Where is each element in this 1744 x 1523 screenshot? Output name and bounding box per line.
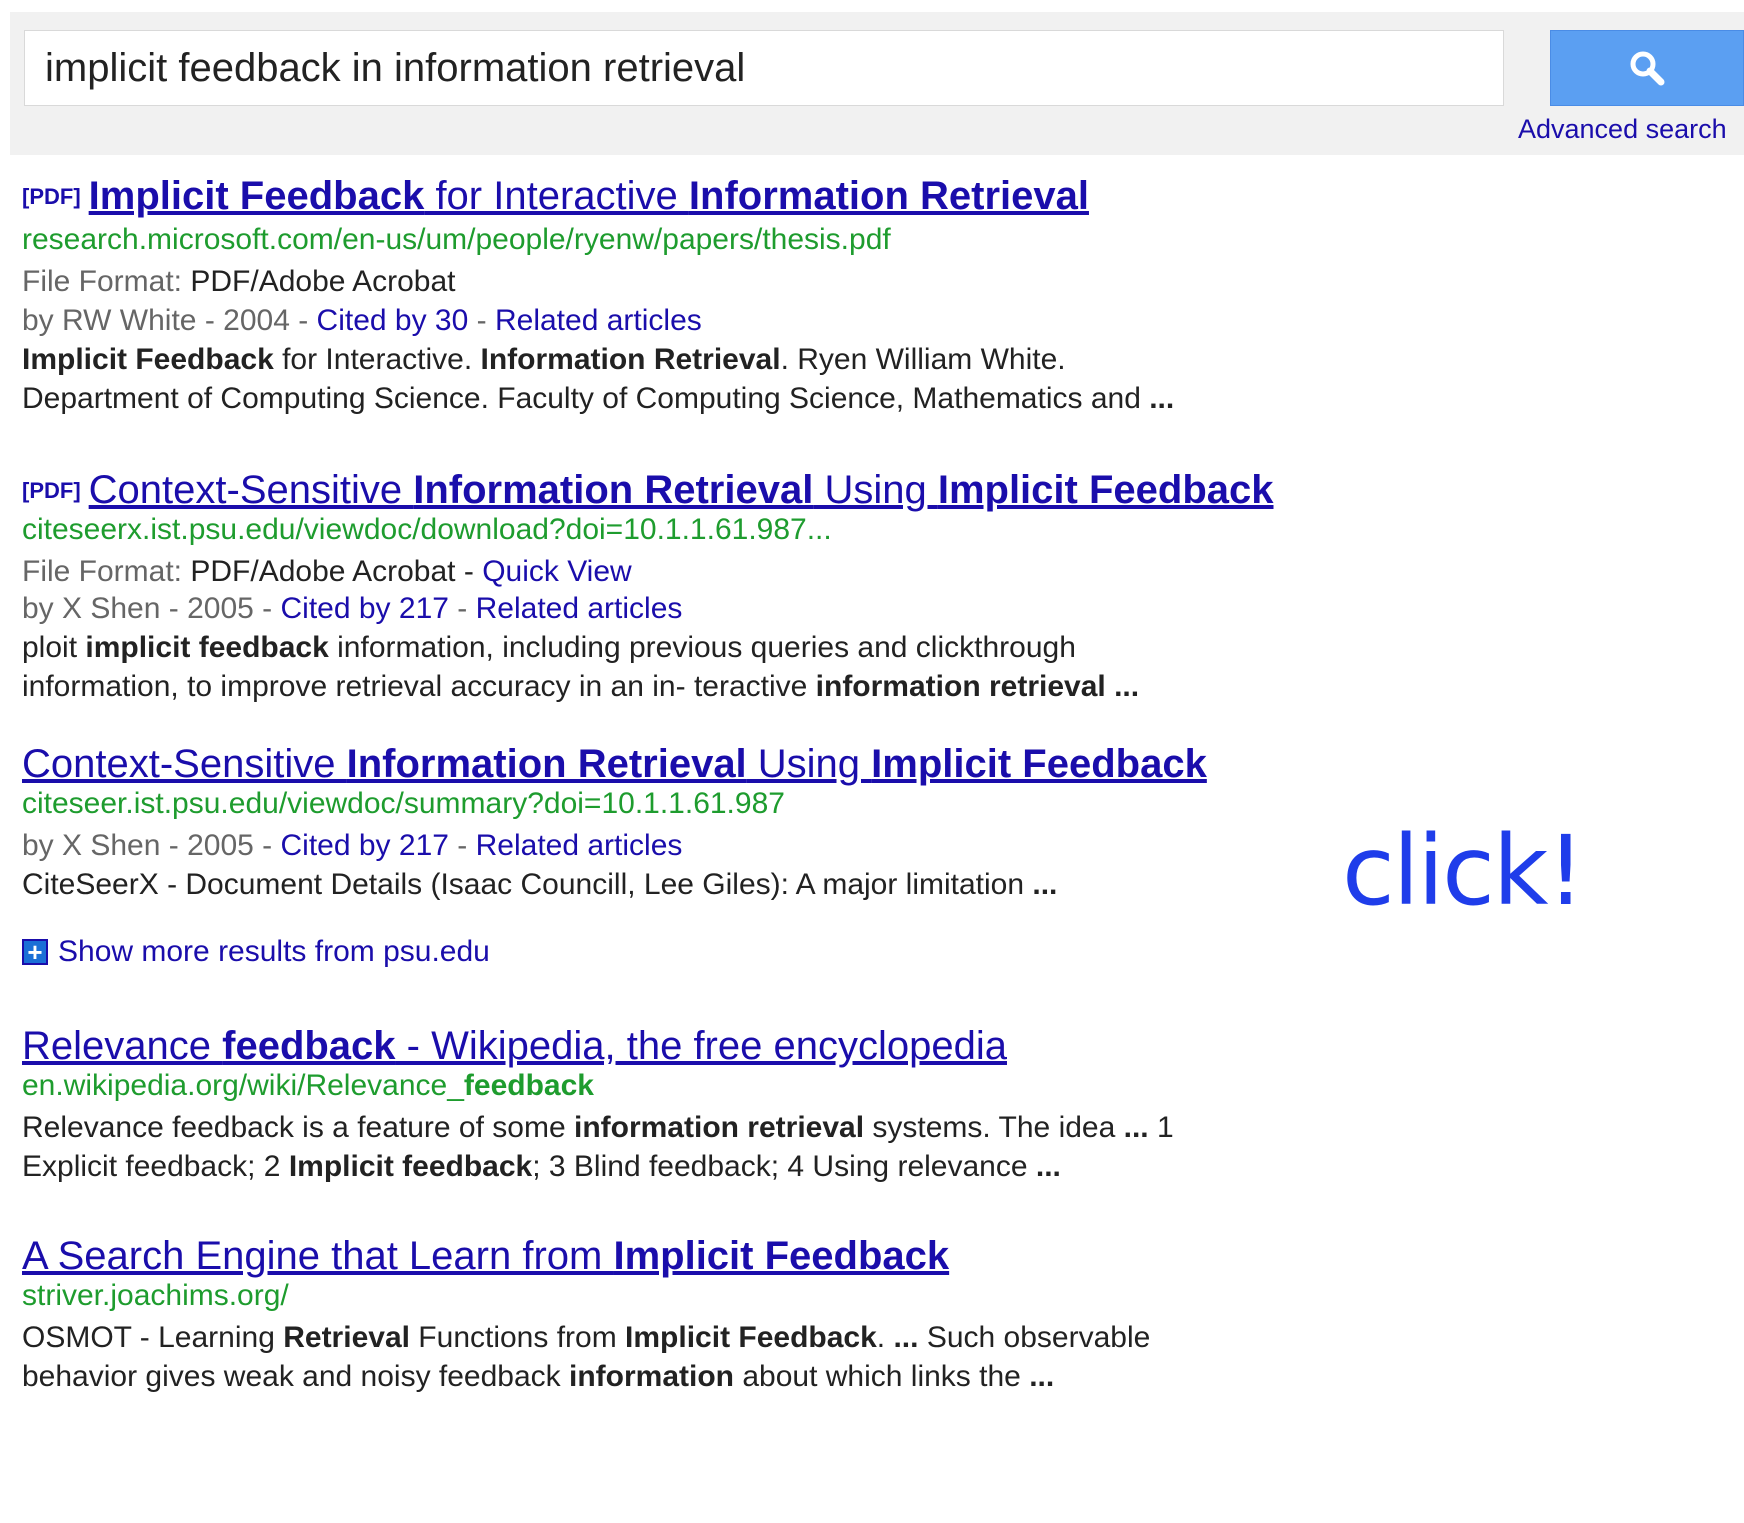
text-run: for Interactive — [424, 174, 689, 218]
highlighted-term: ... — [1029, 1360, 1055, 1393]
result-snippet: Implicit Feedback for Interactive. Infor… — [22, 338, 1382, 420]
highlighted-term: Retrieval — [283, 1321, 410, 1354]
result-snippet: Relevance feedback is a feature of some … — [22, 1106, 1382, 1188]
result-title-link[interactable]: Relevance feedback - Wikipedia, the free… — [22, 1020, 1007, 1072]
highlighted-term: Implicit Feedback — [625, 1321, 877, 1354]
result-title-link[interactable]: Implicit Feedback for Interactive Inform… — [89, 170, 1089, 222]
highlighted-term: ... — [893, 1321, 919, 1354]
result-4: Relevance feedback - Wikipedia, the free… — [22, 1020, 1382, 1188]
highlighted-term: implicit feedback — [85, 631, 329, 664]
result-snippet: CiteSeerX - Document Details (Isaac Coun… — [22, 863, 1382, 906]
text-run: Using — [813, 468, 938, 512]
highlighted-term: feedback — [222, 1024, 396, 1068]
text-run: ; 3 Blind feedback; 4 Using relevance — [532, 1150, 1036, 1183]
expand-plus-icon[interactable]: + — [22, 939, 48, 965]
search-icon — [1630, 51, 1665, 86]
highlighted-term: feedback — [463, 1069, 594, 1102]
highlighted-term: ... — [1105, 670, 1140, 703]
text-run: Such observable — [918, 1321, 1151, 1354]
highlighted-term: Implicit Feedback — [871, 742, 1207, 786]
result-3: Context-Sensitive Information Retrieval … — [22, 738, 1382, 972]
text-run: en.wikipedia.org/wiki/Relevance_ — [22, 1069, 464, 1102]
result-snippet: ploit implicit feedback information, inc… — [22, 626, 1382, 708]
highlighted-term: Information Retrieval — [480, 343, 781, 376]
result-title-row: Relevance feedback - Wikipedia, the free… — [22, 1020, 1382, 1072]
highlighted-term: Implicit Feedback — [937, 468, 1274, 512]
highlighted-term: information — [569, 1360, 735, 1393]
result-title-row: [PDF] Context-Sensitive Information Retri… — [22, 464, 1382, 516]
highlighted-term: ... — [1149, 382, 1175, 415]
result-url: en.wikipedia.org/wiki/Relevance_feedback — [22, 1066, 1382, 1106]
text-run: ploit — [22, 631, 86, 664]
text-run: OSMOT - Learning — [22, 1321, 284, 1354]
text-run: systems. The idea — [864, 1111, 1124, 1144]
result-title-link[interactable]: A Search Engine that Learn from Implicit… — [22, 1230, 949, 1282]
text-run: Functions from — [409, 1321, 626, 1354]
click-annotation: click! — [1342, 815, 1585, 927]
text-run: Relevance feedback is a feature of some — [22, 1111, 574, 1144]
related-articles-link[interactable]: Related articles — [495, 304, 702, 337]
highlighted-term: Information Retrieval — [688, 174, 1089, 218]
file-format: File Format: PDF/Adobe Acrobat — [22, 265, 456, 298]
result-snippet: OSMOT - Learning Retrieval Functions fro… — [22, 1316, 1382, 1398]
text-run: . Ryen William White. — [780, 343, 1066, 376]
text-run: 1 — [1148, 1111, 1174, 1144]
cited-by-link[interactable]: Cited by 217 — [281, 592, 449, 625]
text-run: Relevance — [22, 1024, 223, 1068]
text-run: behavior gives weak and noisy feedback — [22, 1360, 570, 1393]
result-title-row: Context-Sensitive Information Retrieval … — [22, 738, 1382, 790]
related-articles-link[interactable]: Related articles — [476, 592, 683, 625]
results-list: [PDF] Implicit Feedback for Interactive I… — [22, 170, 1382, 1398]
text-run: about which links the — [734, 1360, 1030, 1393]
text-run: Explicit feedback; 2 — [22, 1150, 289, 1183]
related-articles-link[interactable]: Related articles — [476, 829, 683, 862]
text-run: for Interactive. — [273, 343, 481, 376]
highlighted-term: Implicit Feedback — [613, 1234, 950, 1278]
text-run: Department of Computing Science. Faculty… — [22, 382, 1150, 415]
cited-by-link[interactable]: Cited by 30 — [317, 304, 469, 337]
quick-view-link[interactable]: Quick View — [482, 555, 632, 588]
result-url: research.microsoft.com/en-us/um/people/r… — [22, 223, 891, 256]
result-title-link[interactable]: Context-Sensitive Information Retrieval … — [89, 464, 1274, 516]
text-run: Using — [746, 742, 872, 786]
highlighted-term: Information Retrieval — [413, 468, 814, 512]
text-run: . — [876, 1321, 894, 1354]
text-run: CiteSeerX - Document Details (Isaac Coun… — [22, 868, 1033, 901]
pdf-tag: [PDF] — [22, 184, 81, 209]
result-byline: by RW White - 2004 - Cited by 30 - Relat… — [22, 304, 702, 337]
highlighted-term: information retrieval — [573, 1111, 865, 1144]
highlighted-term: information retrieval — [815, 670, 1106, 703]
cited-by-link[interactable]: Cited by 217 — [281, 829, 449, 862]
result-title-link[interactable]: Context-Sensitive Information Retrieval … — [22, 738, 1207, 790]
highlighted-term: Information Retrieval — [346, 742, 747, 786]
highlighted-term: Implicit Feedback — [88, 174, 425, 218]
pdf-tag: [PDF] — [22, 478, 81, 503]
text-run: A Search Engine that Learn from — [22, 1234, 614, 1278]
highlighted-term: ... — [1032, 868, 1058, 901]
result-title-row: A Search Engine that Learn from Implicit… — [22, 1230, 1382, 1282]
show-more-results[interactable]: + Show more results from psu.edu — [22, 932, 1382, 972]
text-run: information, including previous queries … — [328, 631, 1076, 664]
result-byline: by X Shen - 2005 - Cited by 217 - Relate… — [22, 592, 683, 625]
search-button[interactable] — [1550, 30, 1744, 106]
result-5: A Search Engine that Learn from Implicit… — [22, 1230, 1382, 1398]
highlighted-term: ... — [1035, 1150, 1061, 1183]
result-title-row: [PDF] Implicit Feedback for Interactive I… — [22, 170, 1382, 222]
result-url: citeseerx.ist.psu.edu/viewdoc/download?d… — [22, 513, 832, 546]
text-run: information, to improve retrieval accura… — [22, 670, 816, 703]
search-input[interactable] — [24, 30, 1504, 106]
highlighted-term: Implicit Feedback — [22, 343, 274, 376]
text-run: - Wikipedia, the free encyclopedia — [395, 1024, 1007, 1068]
advanced-search-link[interactable]: Advanced search — [1518, 114, 1727, 145]
highlighted-term: Implicit feedback — [288, 1150, 533, 1183]
highlighted-term: ... — [1123, 1111, 1149, 1144]
text-run: Context-Sensitive — [22, 742, 347, 786]
result-2: [PDF] Context-Sensitive Information Retri… — [22, 464, 1382, 708]
result-url: striver.joachims.org/ — [22, 1279, 289, 1312]
text-run: Context-Sensitive — [88, 468, 414, 512]
result-1: [PDF] Implicit Feedback for Interactive I… — [22, 170, 1382, 420]
result-url: citeseer.ist.psu.edu/viewdoc/summary?doi… — [22, 787, 785, 820]
result-byline: by X Shen - 2005 - Cited by 217 - Relate… — [22, 829, 683, 862]
